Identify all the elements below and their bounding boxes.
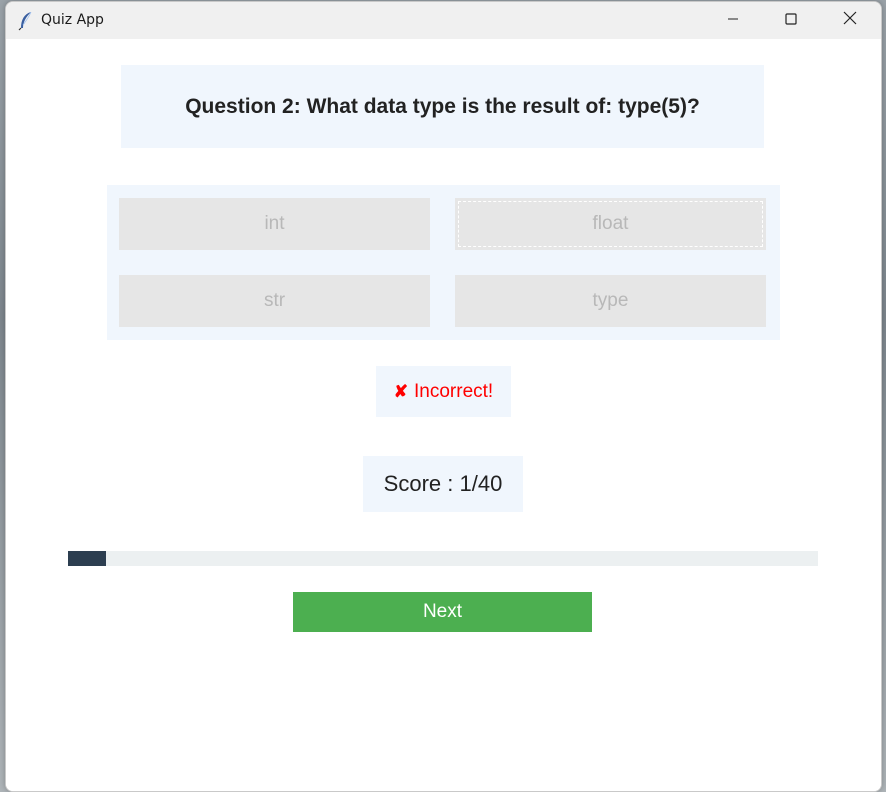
- close-button[interactable]: [821, 2, 879, 39]
- option-button-int[interactable]: int: [119, 198, 430, 250]
- close-icon: [843, 11, 857, 30]
- options-panel: int float str type: [107, 185, 780, 340]
- minimize-button[interactable]: [704, 2, 762, 39]
- next-button[interactable]: Next: [293, 592, 592, 632]
- app-window: Quiz App Question 2: What data type is t…: [5, 1, 882, 792]
- window-title: Quiz App: [41, 12, 104, 28]
- question-text: Question 2: What data type is the result…: [185, 94, 700, 118]
- option-button-type[interactable]: type: [455, 275, 766, 327]
- option-button-float[interactable]: float: [455, 198, 766, 250]
- feedback-text: Incorrect!: [414, 380, 494, 402]
- progress-fill: [68, 551, 106, 566]
- score-panel: Score : 1/40: [363, 456, 523, 512]
- question-panel: Question 2: What data type is the result…: [121, 65, 764, 148]
- quiz-content: Question 2: What data type is the result…: [6, 39, 881, 791]
- cross-mark-icon: ✘: [393, 381, 409, 401]
- progress-bar: [68, 551, 818, 566]
- feedback-panel: ✘ Incorrect!: [376, 366, 511, 417]
- title-bar[interactable]: Quiz App: [6, 2, 881, 39]
- minimize-icon: [727, 12, 739, 30]
- feather-icon: [18, 11, 34, 31]
- score-text: Score : 1/40: [383, 471, 503, 496]
- maximize-icon: [785, 12, 797, 30]
- option-button-str[interactable]: str: [119, 275, 430, 327]
- maximize-button[interactable]: [762, 2, 820, 39]
